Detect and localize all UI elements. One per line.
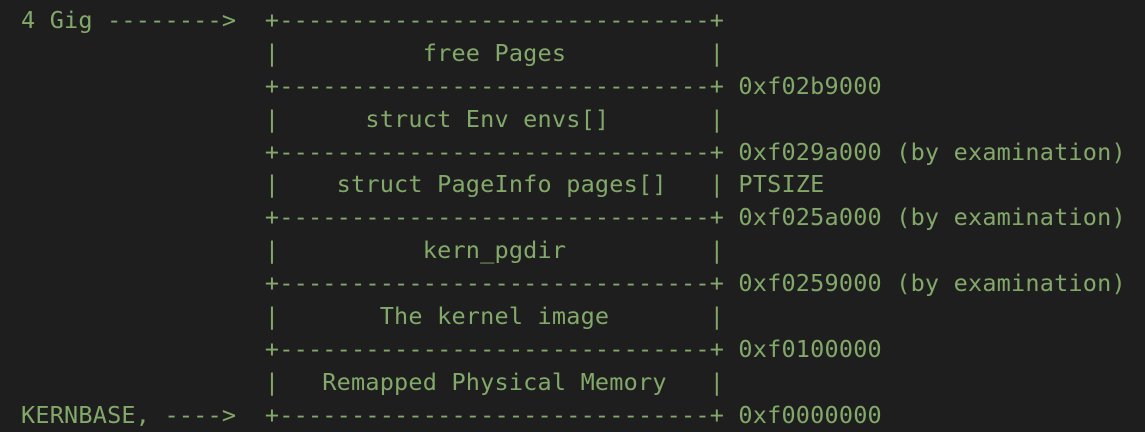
diagram-line-border-0xf0100000: +------------------------------+ 0xf0100… [21, 334, 882, 363]
diagram-line-kernbase-bottom-border: KERNBASE, ----> +-----------------------… [21, 400, 882, 429]
diagram-line-envs: | struct Env envs[] | [21, 104, 725, 133]
diagram-line-kernel-image: | The kernel image | [21, 302, 725, 331]
diagram-line-border-0xf025a000: +------------------------------+ 0xf025a… [21, 203, 1126, 232]
diagram-line-border-0xf029a000: +------------------------------+ 0xf029a… [21, 137, 1126, 166]
diagram-line-pages: | struct PageInfo pages[] | PTSIZE [21, 170, 825, 199]
diagram-line-free-pages: | free Pages | [21, 38, 725, 67]
diagram-line-4gig-top-border: 4 Gig --------> +-----------------------… [21, 6, 725, 34]
diagram-line-remapped-physical-memory: | Remapped Physical Memory | [21, 367, 725, 396]
memory-layout-diagram: 4 Gig --------> +-----------------------… [21, 4, 1126, 432]
diagram-line-kern-pgdir: | kern_pgdir | [21, 236, 725, 265]
diagram-line-border-0xf0259000: +------------------------------+ 0xf0259… [21, 269, 1126, 298]
diagram-line-border-0xf02b9000: +------------------------------+ 0xf02b9… [21, 71, 882, 100]
